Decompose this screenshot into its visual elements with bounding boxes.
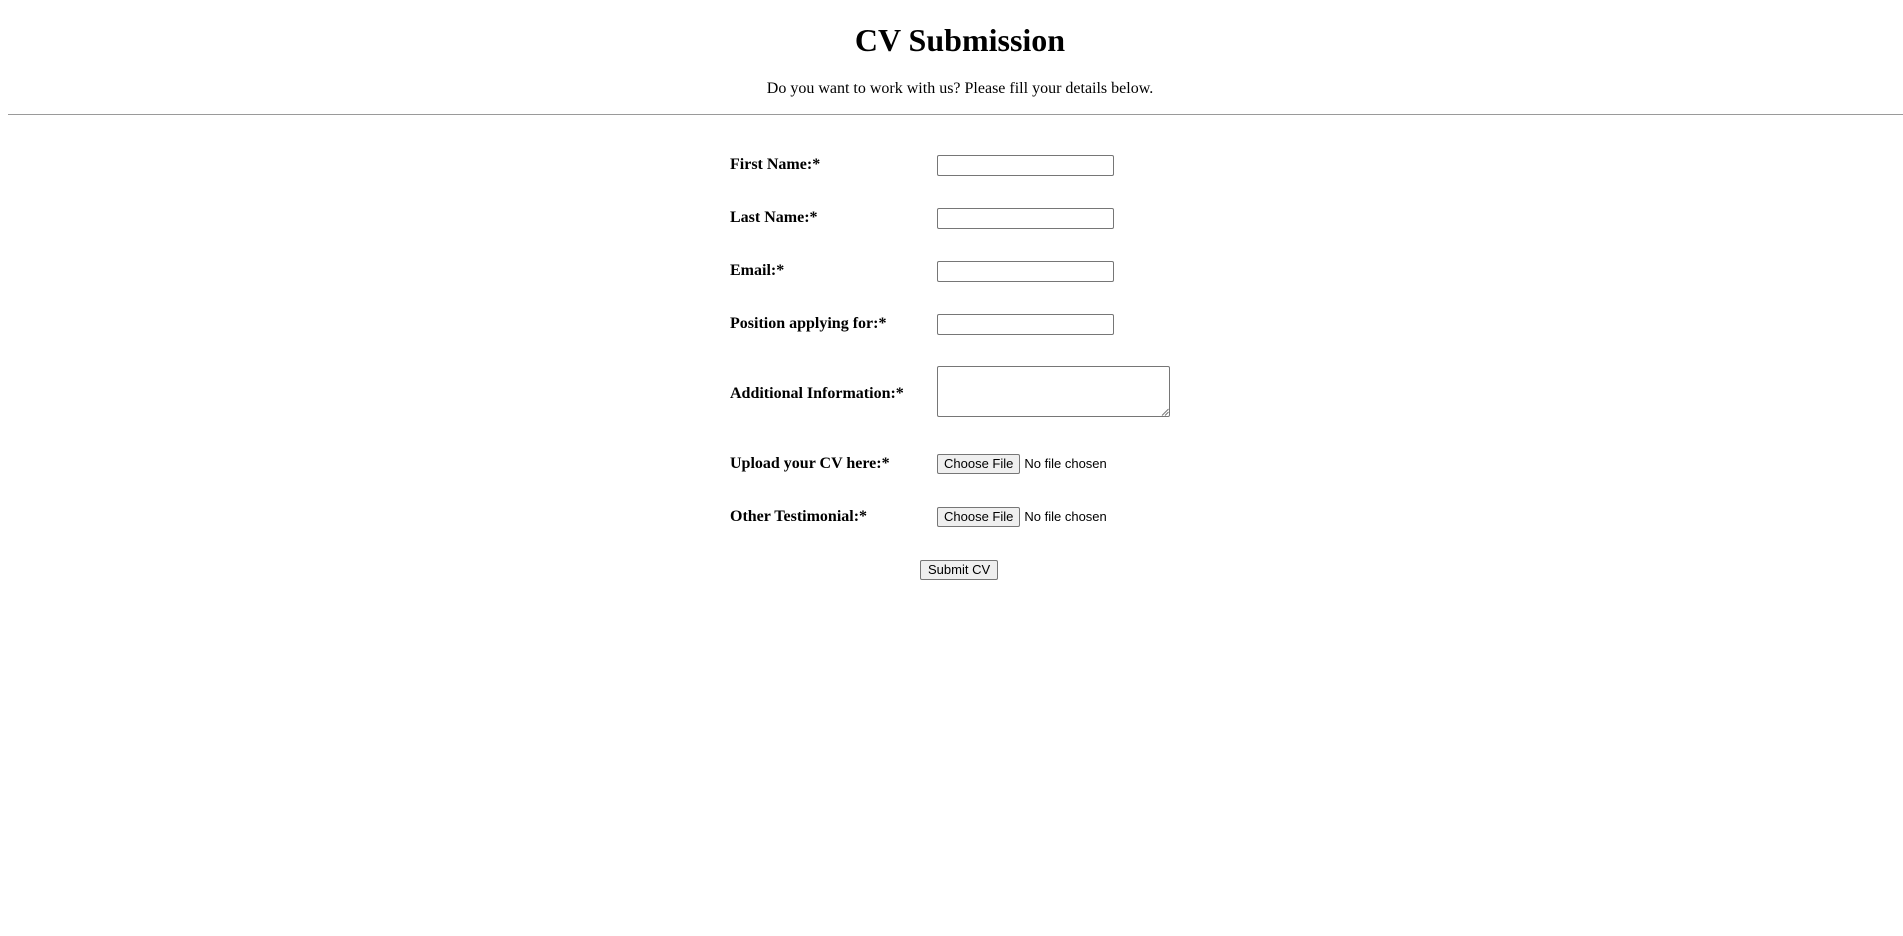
- upload-cv-choose-file-button[interactable]: Choose File: [937, 454, 1021, 474]
- last-name-label: Last Name:*: [730, 209, 818, 226]
- page: CV Submission Do you want to work with u…: [0, 0, 1903, 936]
- first-name-label: First Name:*: [730, 156, 821, 173]
- position-input[interactable]: [937, 314, 1114, 335]
- email-input[interactable]: [937, 261, 1114, 282]
- additional-information-textarea[interactable]: [937, 366, 1170, 417]
- last-name-input[interactable]: [937, 208, 1114, 229]
- email-label: Email:*: [730, 262, 785, 279]
- submit-cv-button[interactable]: Submit CV: [920, 560, 999, 580]
- upload-cv-file-status: No file chosen: [1024, 456, 1107, 471]
- other-testimonial-file-input[interactable]: Choose File No file chosen: [937, 507, 1107, 527]
- upload-cv-label: Upload your CV here:*: [730, 455, 890, 472]
- additional-information-wrapper: [937, 366, 1170, 417]
- other-testimonial-file-status: No file chosen: [1024, 509, 1107, 524]
- additional-information-label: Additional Information:*: [730, 385, 904, 402]
- cv-submission-form: First Name:* Last Name:* Email:* Positio…: [0, 0, 1903, 936]
- other-testimonial-label: Other Testimonial:*: [730, 508, 868, 525]
- position-label: Position applying for:*: [730, 315, 887, 332]
- other-testimonial-choose-file-button[interactable]: Choose File: [937, 507, 1021, 527]
- upload-cv-file-input[interactable]: Choose File No file chosen: [937, 454, 1107, 474]
- first-name-input[interactable]: [937, 155, 1114, 176]
